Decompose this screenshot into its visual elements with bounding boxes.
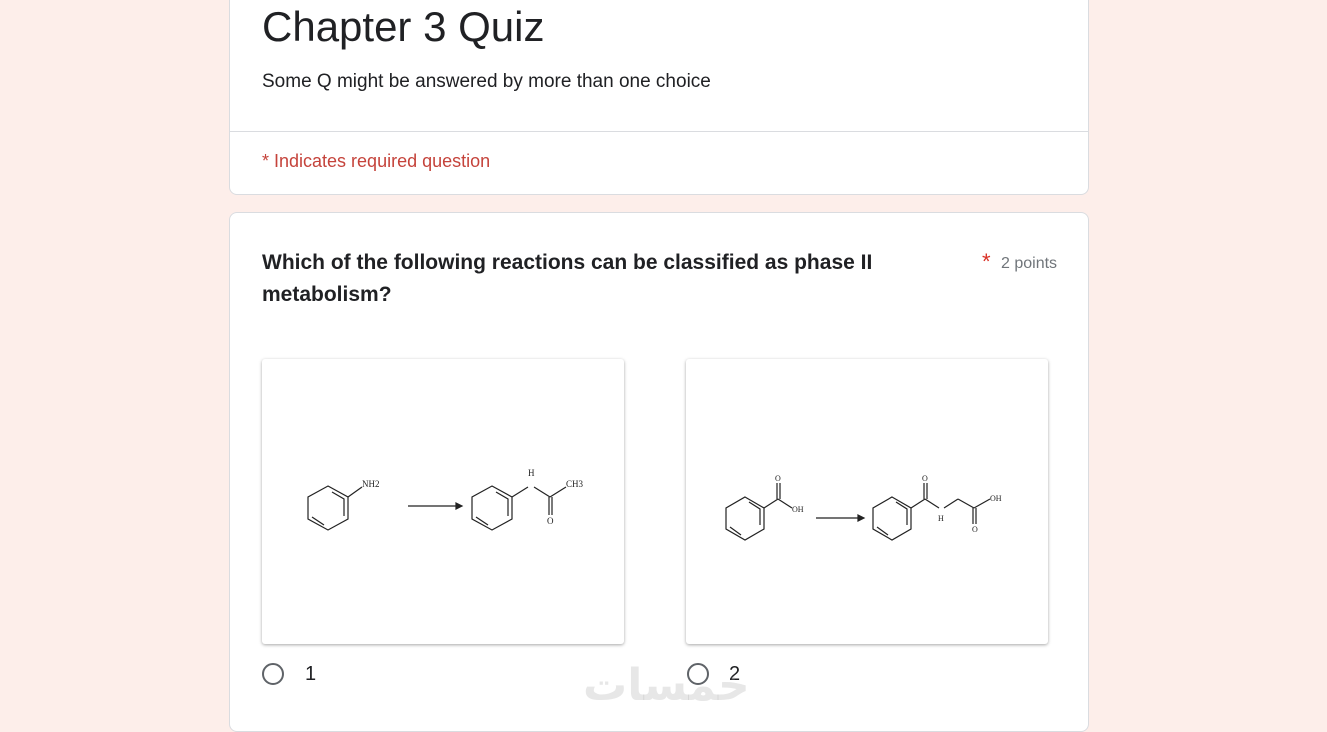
header-divider (230, 131, 1088, 132)
question-title: Which of the following reactions can be … (262, 251, 873, 306)
reactant-oh-label: OH (792, 505, 804, 514)
option-1-radio[interactable] (262, 663, 284, 685)
option-1-image: NH2 H O CH3 (262, 359, 624, 644)
product-h-label: H (938, 514, 944, 523)
product-h-label: H (528, 468, 535, 478)
form-title: Chapter 3 Quiz (262, 3, 545, 50)
form-header-card: Chapter 3 Quiz Some Q might be answered … (229, 0, 1089, 195)
option-2-image: O OH O H OH O (686, 359, 1048, 644)
reactant-o-label: O (775, 474, 781, 483)
option-1-label[interactable]: 1 (305, 663, 316, 686)
question-card: Which of the following reactions can be … (229, 212, 1089, 732)
product-ch3-label: CH3 (566, 479, 584, 489)
required-note: * Indicates required question (262, 151, 491, 171)
watermark-logo: خمسات (583, 660, 750, 711)
form-description: Some Q might be answered by more than on… (262, 71, 711, 92)
product-oh-label: OH (990, 494, 1002, 503)
reaction-2-diagram: O OH O H OH O (725, 474, 1002, 541)
product-o-label: O (547, 516, 554, 526)
product-o2-label: O (972, 525, 978, 534)
product-o-label: O (922, 474, 928, 483)
question-points: 2 points (1001, 255, 1058, 272)
reaction-1-diagram: NH2 H O CH3 (307, 468, 584, 531)
required-asterisk: * (982, 249, 991, 274)
reactant-nh2-label: NH2 (362, 479, 380, 489)
